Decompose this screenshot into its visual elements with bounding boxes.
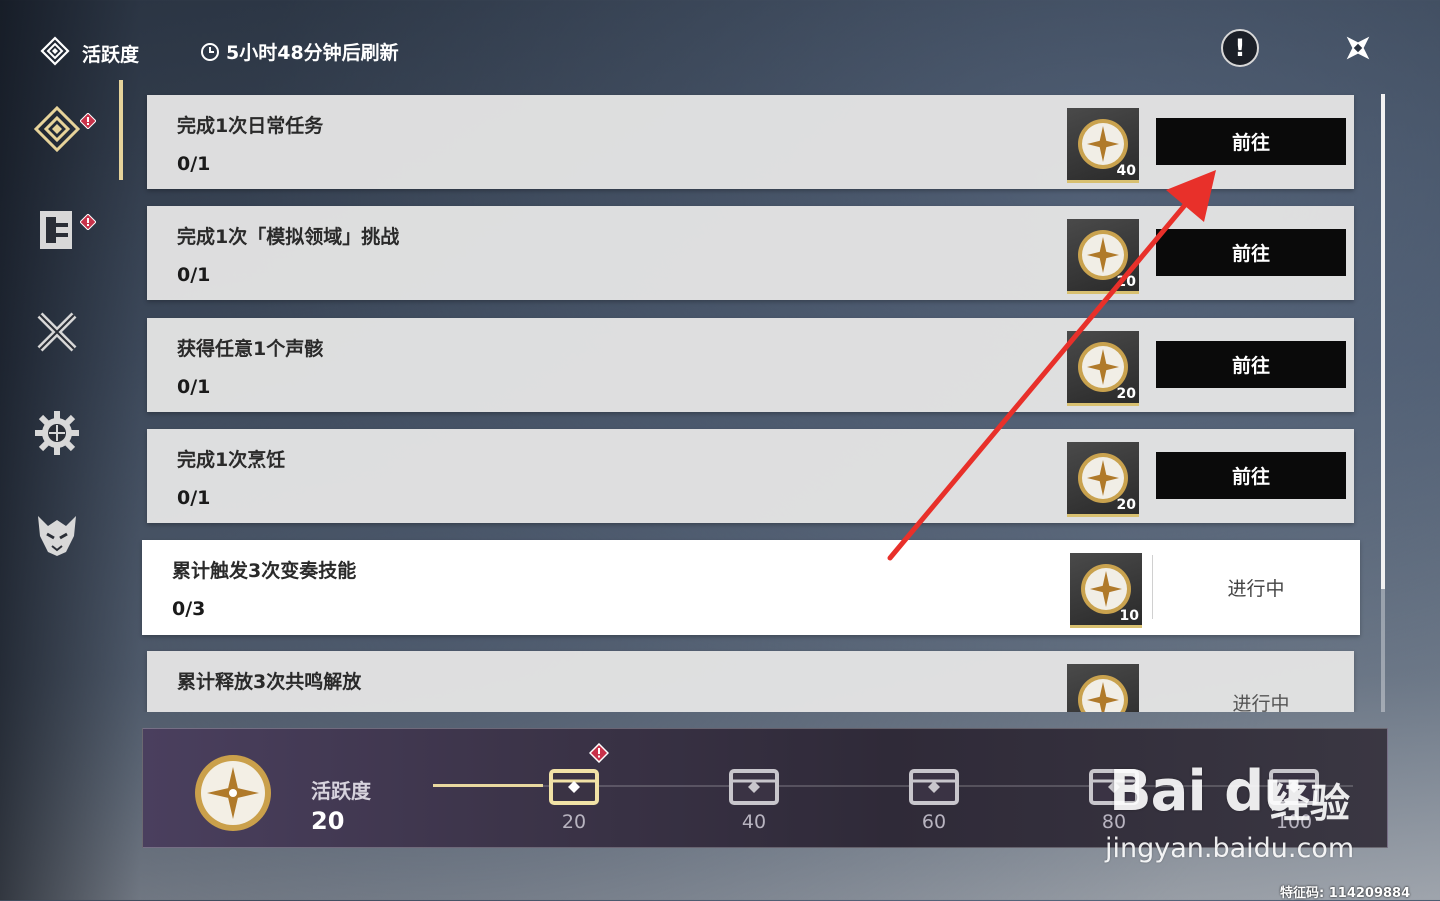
quest-row: 完成1次日常任务 0/1 40 前往 xyxy=(147,95,1354,189)
sidebar-item-gear[interactable] xyxy=(32,408,82,458)
compass-coin-icon xyxy=(195,755,271,831)
status-in-progress: 进行中 xyxy=(1232,693,1290,712)
quest-progress: 0/1 xyxy=(177,487,211,509)
alert-badge-icon xyxy=(589,743,609,763)
goto-button[interactable]: 前往 xyxy=(1156,229,1346,276)
quest-progress: 0/1 xyxy=(177,376,211,398)
quest-row: 完成1次「模拟领域」挑战 0/1 20 前往 xyxy=(147,206,1354,300)
chest-icon[interactable] xyxy=(547,761,601,809)
quest-title: 累计释放3次共鸣解放 xyxy=(177,671,362,693)
progress-fill xyxy=(433,784,543,787)
quest-row: 累计释放3次共鸣解放 进行中 xyxy=(147,651,1354,712)
refresh-timer: 5小时48分钟后刷新 xyxy=(200,38,399,65)
sidebar-selected-indicator xyxy=(119,80,123,180)
goto-button[interactable]: 前往 xyxy=(1156,118,1346,165)
quest-list[interactable]: 完成1次日常任务 0/1 40 前往 完成1次「模拟领域」挑战 0/1 20 前… xyxy=(0,0,1440,712)
page-title: 活跃度 xyxy=(82,44,140,66)
milestone-label: 60 xyxy=(921,811,947,833)
quest-title: 完成1次烹饪 xyxy=(177,449,286,471)
reward-item[interactable]: 40 xyxy=(1067,108,1139,183)
reward-amount: 10 xyxy=(1119,608,1139,624)
info-button[interactable]: ! xyxy=(1221,29,1259,67)
reward-amount: 20 xyxy=(1116,274,1136,290)
clock-icon xyxy=(201,42,219,61)
quest-title: 获得任意1个声骸 xyxy=(177,338,324,360)
quest-progress: 0/1 xyxy=(177,153,211,175)
scrollbar[interactable] xyxy=(1381,94,1385,712)
quest-title: 累计触发3次变奏技能 xyxy=(172,560,357,582)
feature-code: 特征码: 114209884 xyxy=(1280,886,1411,901)
reward-amount: 40 xyxy=(1116,163,1136,179)
watermark-url: jingyan.baidu.com xyxy=(1105,833,1355,864)
chest-icon[interactable] xyxy=(727,761,781,809)
quest-progress: 0/3 xyxy=(172,598,206,620)
activity-label: 活跃度 xyxy=(311,779,371,803)
sidebar-item-activity[interactable] xyxy=(32,104,82,154)
reward-item[interactable]: 20 xyxy=(1067,442,1139,517)
status-in-progress: 进行中 xyxy=(1227,578,1285,600)
milestone-label: 40 xyxy=(741,811,767,833)
info-icon: ! xyxy=(1234,34,1246,62)
alert-badge-icon xyxy=(80,113,96,129)
reward-item[interactable]: 10 xyxy=(1070,553,1142,628)
reward-item[interactable]: 20 xyxy=(1067,219,1139,294)
goto-button[interactable]: 前往 xyxy=(1156,452,1346,499)
sidebar-item-combat[interactable] xyxy=(32,307,82,357)
close-icon[interactable] xyxy=(1338,28,1378,68)
quest-title: 完成1次「模拟领域」挑战 xyxy=(177,226,400,248)
reward-item[interactable] xyxy=(1067,664,1139,712)
sidebar-item-tasks[interactable] xyxy=(32,205,82,255)
reward-item[interactable]: 20 xyxy=(1067,331,1139,406)
reward-amount: 20 xyxy=(1116,497,1136,513)
compass-coin-icon xyxy=(1078,675,1128,712)
scrollbar-thumb[interactable] xyxy=(1381,94,1385,589)
baidu-watermark: Bai du 经验 jingyan.baidu.com xyxy=(1105,745,1405,875)
reward-amount: 20 xyxy=(1116,386,1136,402)
activity-diamond-icon xyxy=(40,36,70,66)
quest-row-selected[interactable]: 累计触发3次变奏技能 0/3 10 进行中 xyxy=(142,540,1360,635)
activity-value: 20 xyxy=(311,807,345,835)
refresh-timer-text: 5小时48分钟后刷新 xyxy=(226,42,399,64)
quest-row: 完成1次烹饪 0/1 20 前往 xyxy=(147,429,1354,523)
quest-title: 完成1次日常任务 xyxy=(177,115,324,137)
chest-icon[interactable] xyxy=(907,761,961,809)
watermark-brand-cn: 经验 xyxy=(1270,781,1350,827)
sidebar-item-boss[interactable] xyxy=(32,510,82,560)
quest-progress: 0/1 xyxy=(177,264,211,286)
quest-row: 获得任意1个声骸 0/1 20 前往 xyxy=(147,318,1354,412)
alert-badge-icon xyxy=(80,214,96,230)
milestone-label: 20 xyxy=(561,811,587,833)
goto-button[interactable]: 前往 xyxy=(1156,341,1346,388)
